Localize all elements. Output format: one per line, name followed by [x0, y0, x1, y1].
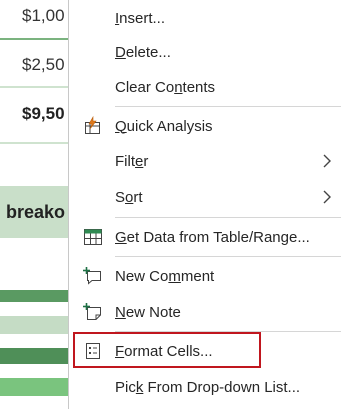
data-bar-row: [0, 348, 70, 364]
menu-item-quick-analysis[interactable]: Quick Analysis: [69, 108, 341, 144]
new-note-icon: [83, 302, 103, 322]
menu-item-get-data[interactable]: Get Data from Table/Range...: [69, 219, 341, 255]
menu-item-clear-contents[interactable]: Clear Contents: [69, 69, 341, 105]
menu-item-label: Clear Contents: [115, 78, 216, 96]
row-border: [0, 142, 70, 144]
menu-separator: [115, 256, 341, 257]
data-bar-row: [0, 316, 70, 334]
menu-item-new-comment[interactable]: New Comment: [69, 258, 341, 294]
cell-value[interactable]: $2,50: [0, 55, 70, 75]
menu-item-new-note[interactable]: New Note: [69, 294, 341, 330]
row-border: [0, 86, 70, 88]
section-header-cell[interactable]: breako: [0, 202, 70, 223]
spreadsheet-background: $1,00 $2,50 $9,50 breako: [0, 0, 70, 409]
chevron-right-icon: [320, 153, 334, 169]
data-bar-row: [0, 290, 70, 302]
table-icon: [83, 227, 103, 247]
menu-item-pick-from-list[interactable]: Pick From Drop-down List...: [69, 369, 341, 405]
cell-value[interactable]: $1,00: [0, 6, 70, 26]
row-border: [0, 38, 70, 40]
data-bar-row: [0, 378, 70, 396]
menu-item-label: Insert...: [115, 9, 166, 27]
cell-total[interactable]: $9,50: [0, 104, 70, 124]
chevron-right-icon: [320, 189, 334, 205]
menu-item-label: Sort: [115, 188, 143, 206]
menu-item-filter[interactable]: Filter: [69, 143, 341, 179]
highlight-box: [73, 332, 261, 368]
menu-item-label: Pick From Drop-down List...: [115, 378, 301, 396]
context-menu: Insert... Delete... Clear Contents Quick…: [68, 0, 341, 409]
menu-item-label: Filter: [115, 152, 149, 170]
menu-item-label: New Note: [115, 303, 181, 321]
menu-item-label: Delete...: [115, 43, 171, 61]
new-comment-icon: [83, 266, 103, 286]
quick-analysis-icon: [83, 115, 103, 136]
menu-item-insert[interactable]: Insert...: [69, 0, 341, 36]
menu-item-label: Get Data from Table/Range...: [115, 228, 310, 246]
menu-item-label: New Comment: [115, 267, 215, 285]
menu-item-delete[interactable]: Delete...: [69, 34, 341, 70]
menu-separator: [115, 217, 341, 218]
menu-separator: [115, 106, 341, 107]
menu-item-sort[interactable]: Sort: [69, 179, 341, 215]
menu-item-label: Quick Analysis: [115, 117, 213, 135]
